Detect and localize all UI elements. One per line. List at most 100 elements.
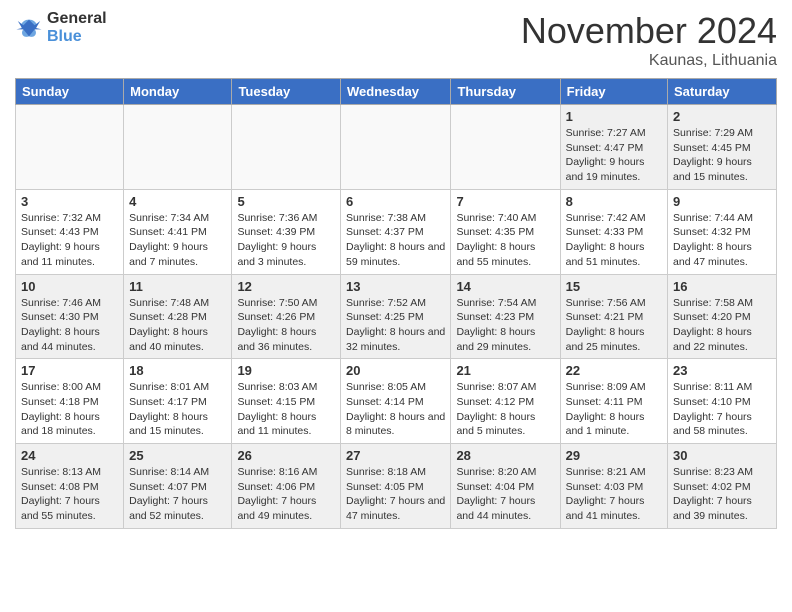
day-info: Sunrise: 8:21 AM Sunset: 4:03 PM Dayligh…: [566, 465, 662, 524]
table-row: 15Sunrise: 7:56 AM Sunset: 4:21 PM Dayli…: [560, 274, 667, 359]
day-number: 18: [129, 363, 226, 378]
table-row: 29 Sunrise: 8:21 AM Sunset: 4:03 PM Dayli…: [560, 444, 667, 529]
title-block: November 2024 Kaunas, Lithuania: [521, 10, 777, 70]
day-number: 17: [21, 363, 118, 378]
day-info: Sunrise: 8:20 AM Sunset: 4:04 PM Dayligh…: [456, 465, 554, 524]
table-row: 4 Sunrise: 7:34 AM Sunset: 4:41 PM Daylig…: [124, 189, 232, 274]
table-row: 8Sunrise: 7:42 AM Sunset: 4:33 PM Daylig…: [560, 189, 667, 274]
day-info: Sunrise: 8:03 AM Sunset: 4:15 PM Dayligh…: [237, 380, 335, 439]
calendar-header-monday: Monday: [124, 79, 232, 105]
day-number: 4: [129, 194, 226, 209]
table-row: 6 Sunrise: 7:38 AM Sunset: 4:37 PM Daylig…: [341, 189, 451, 274]
logo-text: General Blue: [47, 10, 107, 45]
table-row: 5 Sunrise: 7:36 AM Sunset: 4:39 PM Daylig…: [232, 189, 341, 274]
day-number: 3: [21, 194, 118, 209]
day-number: 5: [237, 194, 335, 209]
page-container: General Blue November 2024 Kaunas, Lithu…: [0, 0, 792, 539]
table-row: 10 Sunrise: 7:46 AM Sunset: 4:30 PM Dayli…: [16, 274, 124, 359]
day-info: Sunrise: 7:38 AM Sunset: 4:37 PM Dayligh…: [346, 211, 445, 270]
day-info: Sunrise: 7:48 AM Sunset: 4:28 PM Dayligh…: [129, 296, 226, 355]
table-row: 19 Sunrise: 8:03 AM Sunset: 4:15 PM Dayli…: [232, 359, 341, 444]
day-number: 25: [129, 448, 226, 463]
logo-general: General: [47, 10, 107, 28]
calendar-header-thursday: Thursday: [451, 79, 560, 105]
day-number: 21: [456, 363, 554, 378]
day-number: 27: [346, 448, 445, 463]
day-number: 28: [456, 448, 554, 463]
calendar-header-sunday: Sunday: [16, 79, 124, 105]
table-row: 30Sunrise: 8:23 AM Sunset: 4:02 PM Dayli…: [668, 444, 777, 529]
calendar-week-row: 24 Sunrise: 8:13 AM Sunset: 4:08 PM Dayli…: [16, 444, 777, 529]
day-info: Sunrise: 7:52 AM Sunset: 4:25 PM Dayligh…: [346, 296, 445, 355]
day-number: 7: [456, 194, 554, 209]
table-row: 27Sunrise: 8:18 AM Sunset: 4:05 PM Dayli…: [341, 444, 451, 529]
day-number: 14: [456, 279, 554, 294]
calendar-header-tuesday: Tuesday: [232, 79, 341, 105]
day-number: 13: [346, 279, 445, 294]
day-info: Sunrise: 7:34 AM Sunset: 4:41 PM Dayligh…: [129, 211, 226, 270]
table-row: 25 Sunrise: 8:14 AM Sunset: 4:07 PM Dayli…: [124, 444, 232, 529]
day-number: 2: [673, 109, 771, 124]
table-row: 20 Sunrise: 8:05 AM Sunset: 4:14 PM Dayli…: [341, 359, 451, 444]
day-info: Sunrise: 7:46 AM Sunset: 4:30 PM Dayligh…: [21, 296, 118, 355]
table-row: [124, 105, 232, 190]
table-row: 2 Sunrise: 7:29 AM Sunset: 4:45 PM Daylig…: [668, 105, 777, 190]
day-info: Sunrise: 8:09 AM Sunset: 4:11 PM Dayligh…: [566, 380, 662, 439]
table-row: 21 Sunrise: 8:07 AM Sunset: 4:12 PM Dayli…: [451, 359, 560, 444]
day-info: Sunrise: 8:16 AM Sunset: 4:06 PM Dayligh…: [237, 465, 335, 524]
day-number: 30: [673, 448, 771, 463]
day-info: Sunrise: 8:07 AM Sunset: 4:12 PM Dayligh…: [456, 380, 554, 439]
table-row: 28 Sunrise: 8:20 AM Sunset: 4:04 PM Dayli…: [451, 444, 560, 529]
table-row: 1Sunrise: 7:27 AM Sunset: 4:47 PM Daylig…: [560, 105, 667, 190]
day-number: 29: [566, 448, 662, 463]
day-number: 9: [673, 194, 771, 209]
table-row: 13 Sunrise: 7:52 AM Sunset: 4:25 PM Dayli…: [341, 274, 451, 359]
day-info: Sunrise: 8:14 AM Sunset: 4:07 PM Dayligh…: [129, 465, 226, 524]
table-row: 22 Sunrise: 8:09 AM Sunset: 4:11 PM Dayli…: [560, 359, 667, 444]
day-info: Sunrise: 7:42 AM Sunset: 4:33 PM Dayligh…: [566, 211, 662, 270]
day-number: 23: [673, 363, 771, 378]
table-row: 23Sunrise: 8:11 AM Sunset: 4:10 PM Dayli…: [668, 359, 777, 444]
logo: General Blue: [15, 10, 107, 45]
day-number: 12: [237, 279, 335, 294]
table-row: 26 Sunrise: 8:16 AM Sunset: 4:06 PM Dayli…: [232, 444, 341, 529]
day-info: Sunrise: 7:58 AM Sunset: 4:20 PM Dayligh…: [673, 296, 771, 355]
logo-icon: [15, 14, 43, 42]
table-row: 7Sunrise: 7:40 AM Sunset: 4:35 PM Daylig…: [451, 189, 560, 274]
table-row: 3 Sunrise: 7:32 AM Sunset: 4:43 PM Daylig…: [16, 189, 124, 274]
day-number: 6: [346, 194, 445, 209]
calendar-header-row: SundayMondayTuesdayWednesdayThursdayFrid…: [16, 79, 777, 105]
table-row: [16, 105, 124, 190]
day-number: 24: [21, 448, 118, 463]
day-number: 20: [346, 363, 445, 378]
day-info: Sunrise: 7:54 AM Sunset: 4:23 PM Dayligh…: [456, 296, 554, 355]
table-row: [341, 105, 451, 190]
day-number: 19: [237, 363, 335, 378]
day-info: Sunrise: 7:44 AM Sunset: 4:32 PM Dayligh…: [673, 211, 771, 270]
day-number: 16: [673, 279, 771, 294]
day-info: Sunrise: 7:32 AM Sunset: 4:43 PM Dayligh…: [21, 211, 118, 270]
calendar-week-row: 1Sunrise: 7:27 AM Sunset: 4:47 PM Daylig…: [16, 105, 777, 190]
table-row: 24 Sunrise: 8:13 AM Sunset: 4:08 PM Dayli…: [16, 444, 124, 529]
page-header: General Blue November 2024 Kaunas, Lithu…: [15, 10, 777, 70]
day-info: Sunrise: 8:05 AM Sunset: 4:14 PM Dayligh…: [346, 380, 445, 439]
day-number: 15: [566, 279, 662, 294]
day-info: Sunrise: 7:50 AM Sunset: 4:26 PM Dayligh…: [237, 296, 335, 355]
table-row: 16 Sunrise: 7:58 AM Sunset: 4:20 PM Dayli…: [668, 274, 777, 359]
calendar-table: SundayMondayTuesdayWednesdayThursdayFrid…: [15, 78, 777, 529]
day-info: Sunrise: 7:36 AM Sunset: 4:39 PM Dayligh…: [237, 211, 335, 270]
table-row: [232, 105, 341, 190]
table-row: 18Sunrise: 8:01 AM Sunset: 4:17 PM Dayli…: [124, 359, 232, 444]
day-number: 26: [237, 448, 335, 463]
day-info: Sunrise: 7:29 AM Sunset: 4:45 PM Dayligh…: [673, 126, 771, 185]
table-row: 11Sunrise: 7:48 AM Sunset: 4:28 PM Dayli…: [124, 274, 232, 359]
day-info: Sunrise: 8:00 AM Sunset: 4:18 PM Dayligh…: [21, 380, 118, 439]
calendar-week-row: 10 Sunrise: 7:46 AM Sunset: 4:30 PM Dayli…: [16, 274, 777, 359]
table-row: 12 Sunrise: 7:50 AM Sunset: 4:26 PM Dayli…: [232, 274, 341, 359]
table-row: [451, 105, 560, 190]
calendar-header-saturday: Saturday: [668, 79, 777, 105]
day-number: 22: [566, 363, 662, 378]
day-number: 10: [21, 279, 118, 294]
day-number: 1: [566, 109, 662, 124]
day-info: Sunrise: 8:13 AM Sunset: 4:08 PM Dayligh…: [21, 465, 118, 524]
